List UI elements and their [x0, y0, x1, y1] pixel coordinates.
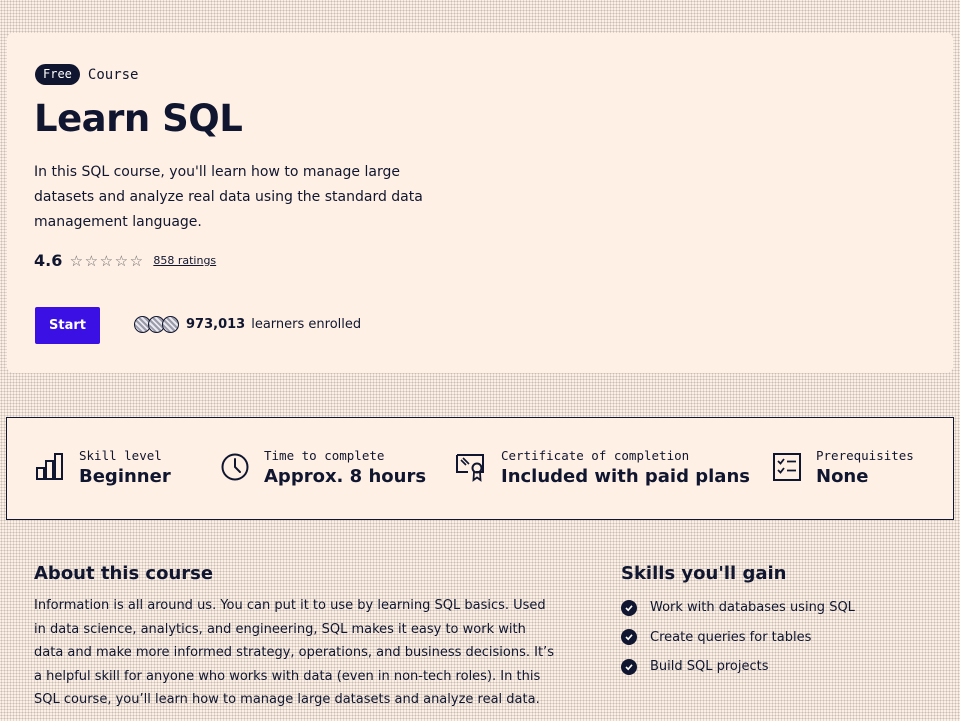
- rating-row: 4.6 ☆ ☆ ☆ ☆ ☆ 858 ratings: [34, 251, 216, 270]
- course-hero: Free Course Learn SQL In this SQL course…: [7, 33, 953, 373]
- skill-label: Create queries for tables: [650, 629, 812, 645]
- enrolled-text: learners enrolled: [251, 317, 362, 332]
- stat-value: Approx. 8 hours: [264, 466, 427, 487]
- enrolled-count: 973,013: [186, 317, 246, 332]
- skill-label: Build SQL projects: [650, 659, 769, 675]
- list-item: Create queries for tables: [621, 623, 855, 653]
- star-icon: ☆: [84, 251, 99, 270]
- check-circle-icon: [621, 629, 637, 646]
- enrollment-info: 973,013 learners enrolled: [134, 316, 361, 333]
- course-type-label: Course: [87, 66, 139, 83]
- course-tag-row: Free Course: [35, 64, 138, 85]
- rating-value: 4.6: [34, 251, 63, 270]
- stat-label: Prerequisites: [816, 448, 914, 463]
- star-rating: ☆ ☆ ☆ ☆ ☆: [69, 252, 143, 270]
- course-description: In this SQL course, you'll learn how to …: [34, 164, 423, 230]
- skills-list: Work with databases using SQL Create que…: [621, 593, 855, 682]
- bar-chart-icon: [36, 453, 63, 480]
- skills-title: Skills you'll gain: [621, 563, 787, 584]
- course-stats-panel: Skill level Beginner Time to complete Ap…: [6, 417, 954, 520]
- clock-icon: [221, 453, 249, 481]
- ratings-link[interactable]: 858 ratings: [153, 254, 216, 267]
- free-badge: Free: [35, 64, 80, 85]
- skill-label: Work with databases using SQL: [650, 600, 855, 616]
- about-title: About this course: [34, 563, 214, 584]
- stat-certificate: Certificate of completion Included with …: [455, 448, 750, 490]
- certificate-icon: [456, 454, 484, 482]
- stat-label: Skill level: [79, 448, 162, 463]
- stat-value: Beginner: [79, 466, 171, 487]
- star-icon: ☆: [114, 251, 129, 270]
- check-circle-icon: [621, 599, 637, 616]
- stat-label: Time to complete: [264, 448, 385, 463]
- stat-prerequisites: Prerequisites None: [772, 448, 914, 490]
- stat-skill-level: Skill level Beginner: [35, 448, 171, 490]
- start-button[interactable]: Start: [35, 307, 100, 344]
- check-circle-icon: [621, 658, 637, 675]
- page-title: Learn SQL: [34, 97, 243, 140]
- avatar: [162, 316, 179, 333]
- stat-label: Certificate of completion: [501, 448, 690, 463]
- star-icon: ☆: [99, 251, 114, 270]
- stat-time: Time to complete Approx. 8 hours: [220, 448, 426, 490]
- checklist-icon: [773, 453, 801, 481]
- list-item: Build SQL projects: [621, 652, 855, 682]
- list-item: Work with databases using SQL: [621, 593, 855, 623]
- half-star-icon: ☆: [129, 251, 144, 270]
- stat-value: None: [816, 466, 869, 487]
- about-body: Information is all around us. You can pu…: [34, 598, 554, 707]
- learner-avatars: [134, 316, 179, 333]
- stat-value: Included with paid plans: [501, 466, 750, 487]
- star-icon: ☆: [69, 251, 84, 270]
